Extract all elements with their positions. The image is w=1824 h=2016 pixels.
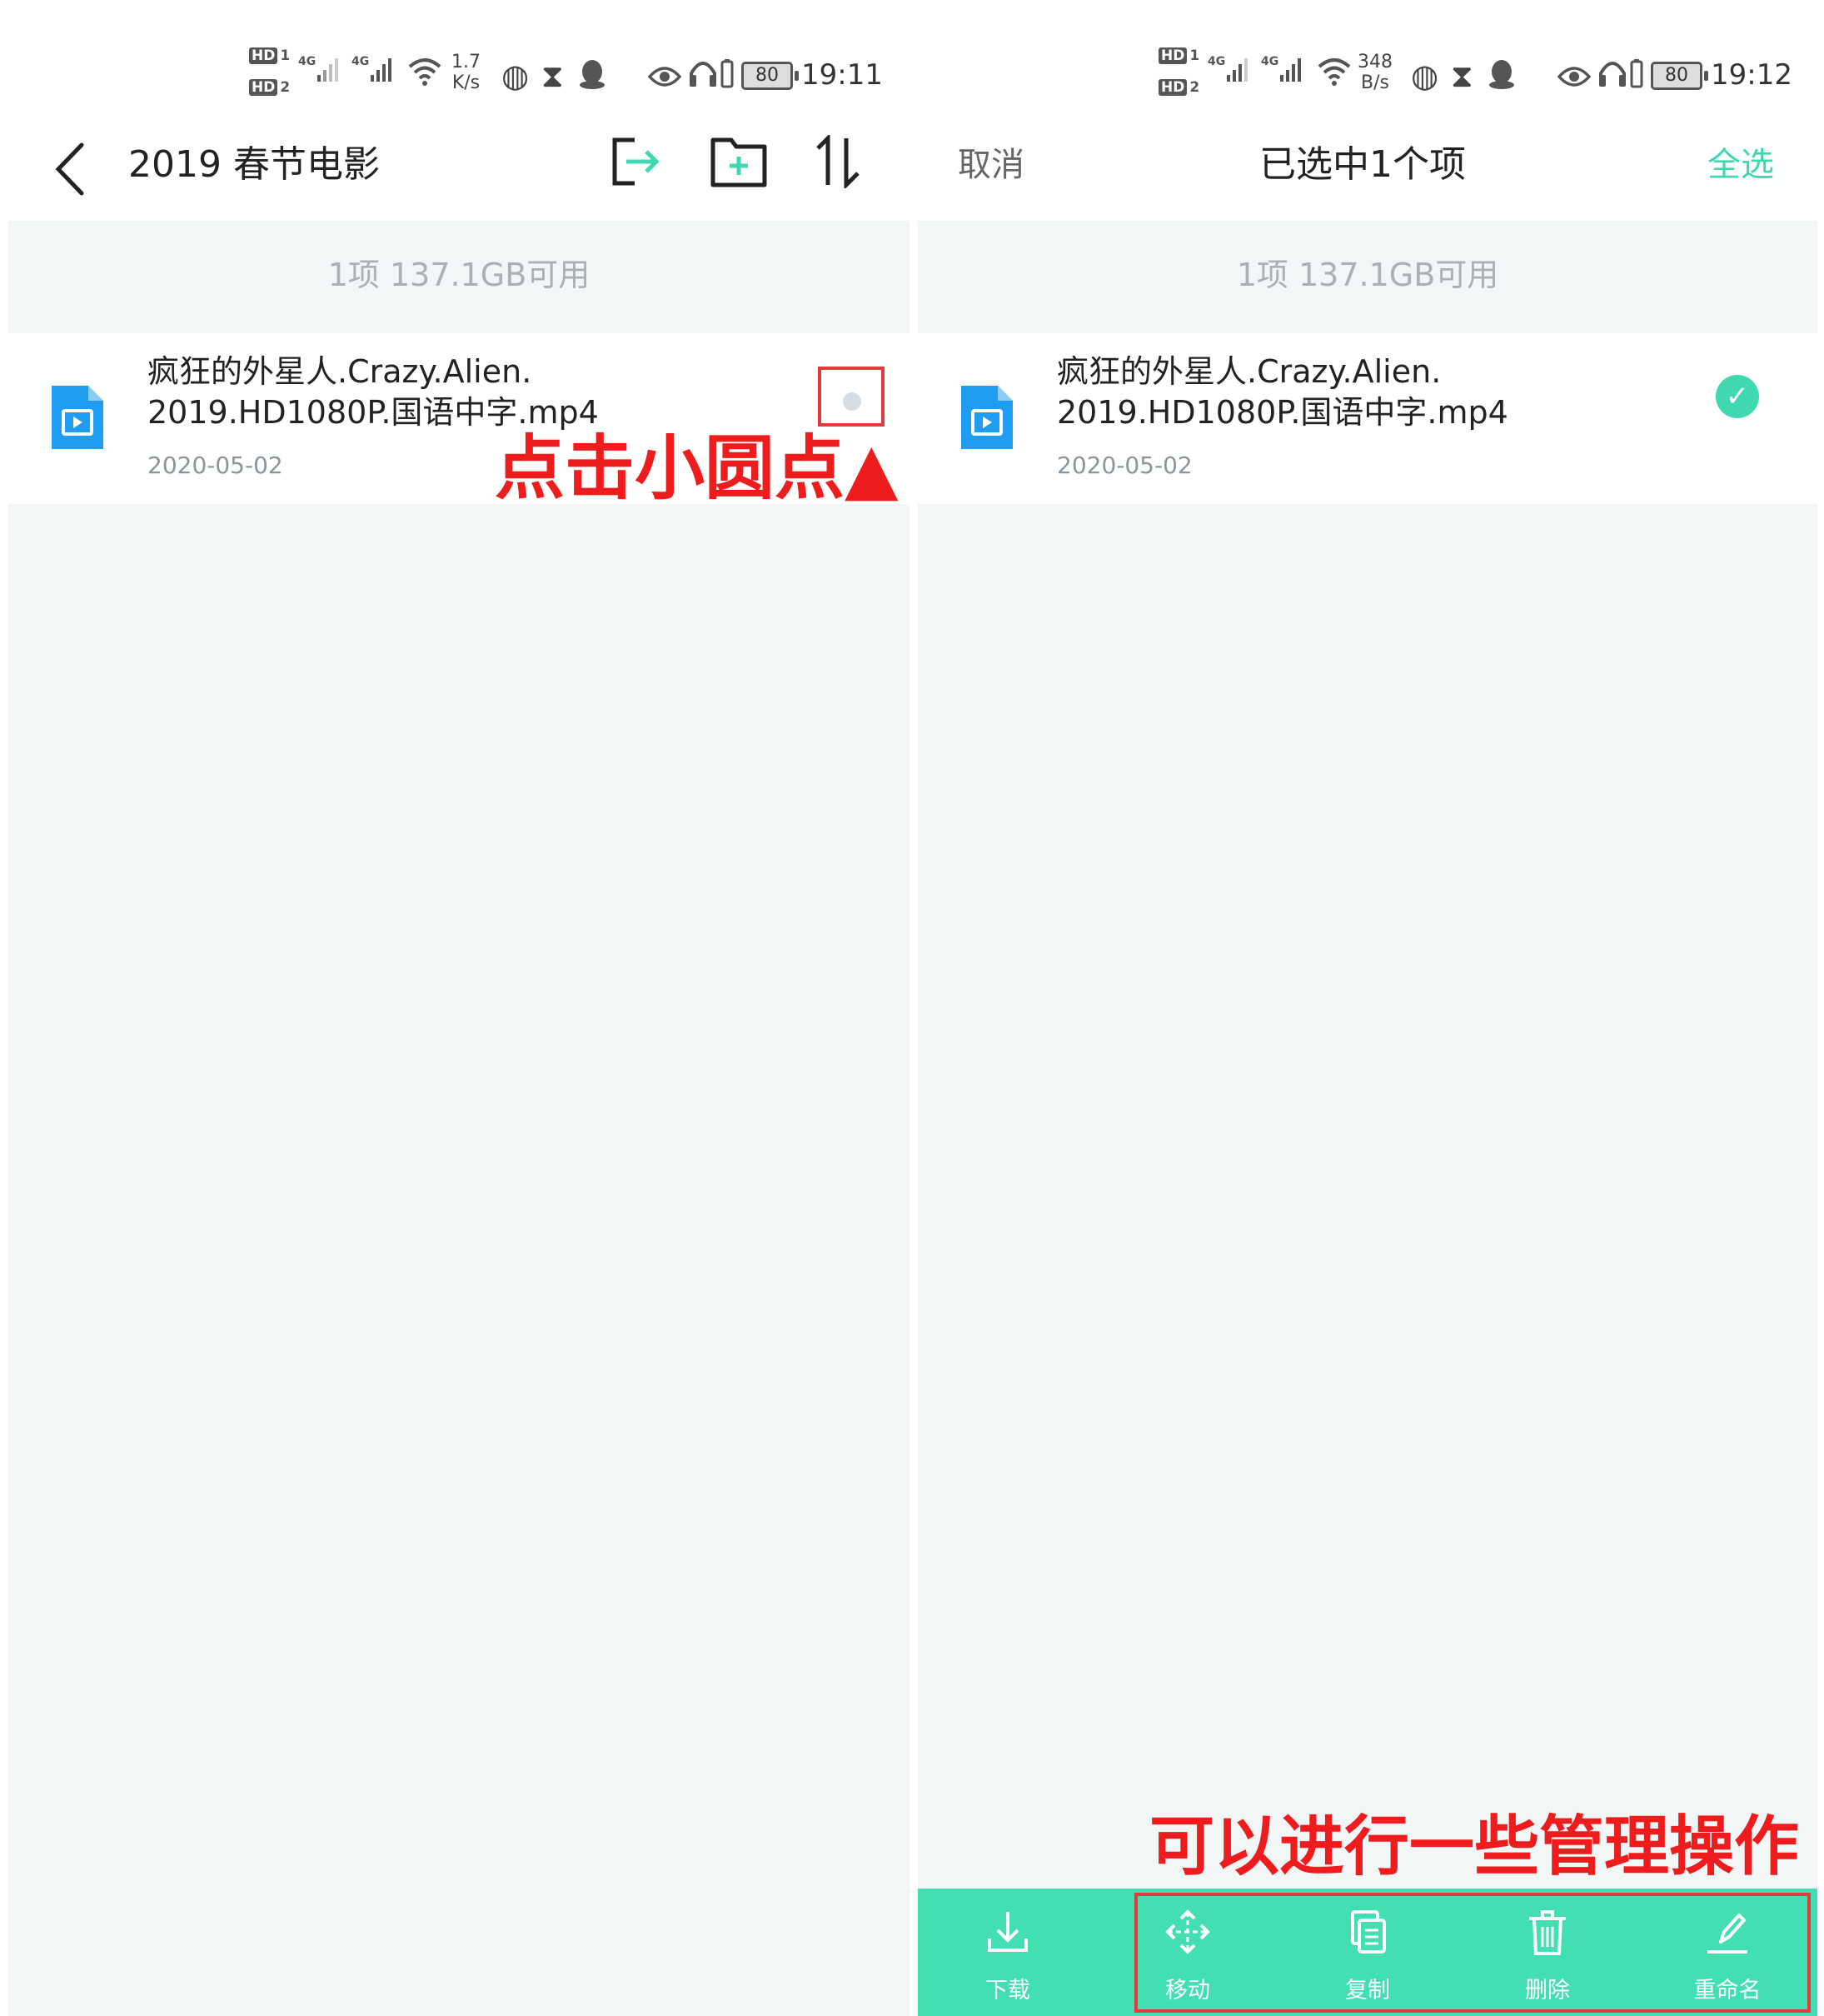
action-bar: 下载 移动 复制 删除 重命名 xyxy=(918,1889,1817,2016)
storage-summary: 1项 137.1GB可用 xyxy=(8,221,910,329)
headphones-icon xyxy=(688,58,718,93)
hourglass-icon: ⧗ xyxy=(541,57,564,94)
annotation-click-dot: 点击小圆点▲ xyxy=(495,427,899,509)
selection-count-title: 已选中1个项 xyxy=(1259,143,1466,186)
globe-icon: ◍ xyxy=(1411,57,1439,94)
hd-badge-2: HD 2 xyxy=(249,79,290,96)
hd-badge-2: HD 2 xyxy=(1159,79,1199,96)
file-name: 疯狂的外星人.Crazy.Alien. 2019.HD1080P.国语中字.mp4 xyxy=(1057,353,1508,431)
hourglass-icon: ⧗ xyxy=(1451,57,1473,94)
phone-battery-icon xyxy=(720,58,734,93)
right-screen: HD 1 HD 2 4G 4G 348 B/s ◍ ⧗ 80 19:12 取消 已选中… xyxy=(918,0,1817,2016)
signal-1-icon: 4G xyxy=(1208,55,1248,87)
video-file-icon xyxy=(961,386,1013,452)
file-date: 2020-05-02 xyxy=(147,452,283,479)
phone-battery-icon xyxy=(1630,58,1643,93)
net-speed: 1.7 K/s xyxy=(451,52,481,94)
hd-badge-1: HD 1 xyxy=(249,47,290,64)
headphones-icon xyxy=(1597,58,1627,93)
exit-icon[interactable] xyxy=(610,135,663,192)
battery-indicator: 80 xyxy=(741,62,799,90)
selected-check-icon[interactable]: ✓ xyxy=(1716,375,1759,418)
cancel-button[interactable]: 取消 xyxy=(958,148,1024,182)
clock: 19:12 xyxy=(1711,58,1792,92)
eye-icon xyxy=(647,62,682,93)
status-bar: HD 1 HD 2 4G 4G 348 B/s ◍ ⧗ 80 19:12 xyxy=(918,0,1817,125)
signal-2-icon: 4G xyxy=(351,55,392,87)
back-arrow-icon[interactable] xyxy=(52,140,88,202)
folder-title: 2019 春节电影 xyxy=(128,143,380,186)
file-date: 2020-05-02 xyxy=(1057,452,1193,479)
qq-icon xyxy=(1487,58,1517,95)
file-name: 疯狂的外星人.Crazy.Alien. 2019.HD1080P.国语中字.mp4 xyxy=(147,353,599,431)
eye-icon xyxy=(1557,62,1592,93)
storage-summary: 1项 137.1GB可用 xyxy=(918,221,1817,329)
video-file-icon xyxy=(52,386,103,452)
file-list-item[interactable]: 疯狂的外星人.Crazy.Alien. 2019.HD1080P.国语中字.mp4… xyxy=(918,333,1817,504)
download-icon xyxy=(988,1912,1028,1952)
signal-2-icon: 4G xyxy=(1261,55,1302,87)
select-all-button[interactable]: 全选 xyxy=(1707,148,1774,182)
selection-toolbar: 取消 已选中1个项 全选 xyxy=(918,125,1817,221)
annotation-manage: 可以进行一些管理操作 xyxy=(1149,1809,1800,1884)
net-speed: 348 B/s xyxy=(1358,52,1393,94)
signal-1-icon: 4G xyxy=(298,55,339,87)
hd-badge-1: HD 1 xyxy=(1159,47,1199,64)
highlight-box xyxy=(818,367,885,427)
top-toolbar: 2019 春节电影 xyxy=(8,125,910,221)
sort-icon[interactable] xyxy=(813,132,863,192)
left-screen: HD 1 HD 2 4G 4G 1.7 K/s ◍ ⧗ 80 19:11 2019 春… xyxy=(8,0,910,2016)
qq-icon xyxy=(577,58,607,95)
status-bar: HD 1 HD 2 4G 4G 1.7 K/s ◍ ⧗ 80 19:11 xyxy=(8,0,910,125)
battery-indicator: 80 xyxy=(1651,62,1708,90)
highlight-box xyxy=(1134,1893,1811,2013)
wifi-icon xyxy=(1316,57,1353,92)
new-folder-icon[interactable] xyxy=(710,135,768,192)
clock: 19:11 xyxy=(801,58,883,92)
wifi-icon xyxy=(406,57,443,92)
download-button[interactable]: 下载 xyxy=(918,1889,1098,2016)
globe-icon: ◍ xyxy=(501,57,530,94)
download-label: 下载 xyxy=(985,1978,1030,2004)
